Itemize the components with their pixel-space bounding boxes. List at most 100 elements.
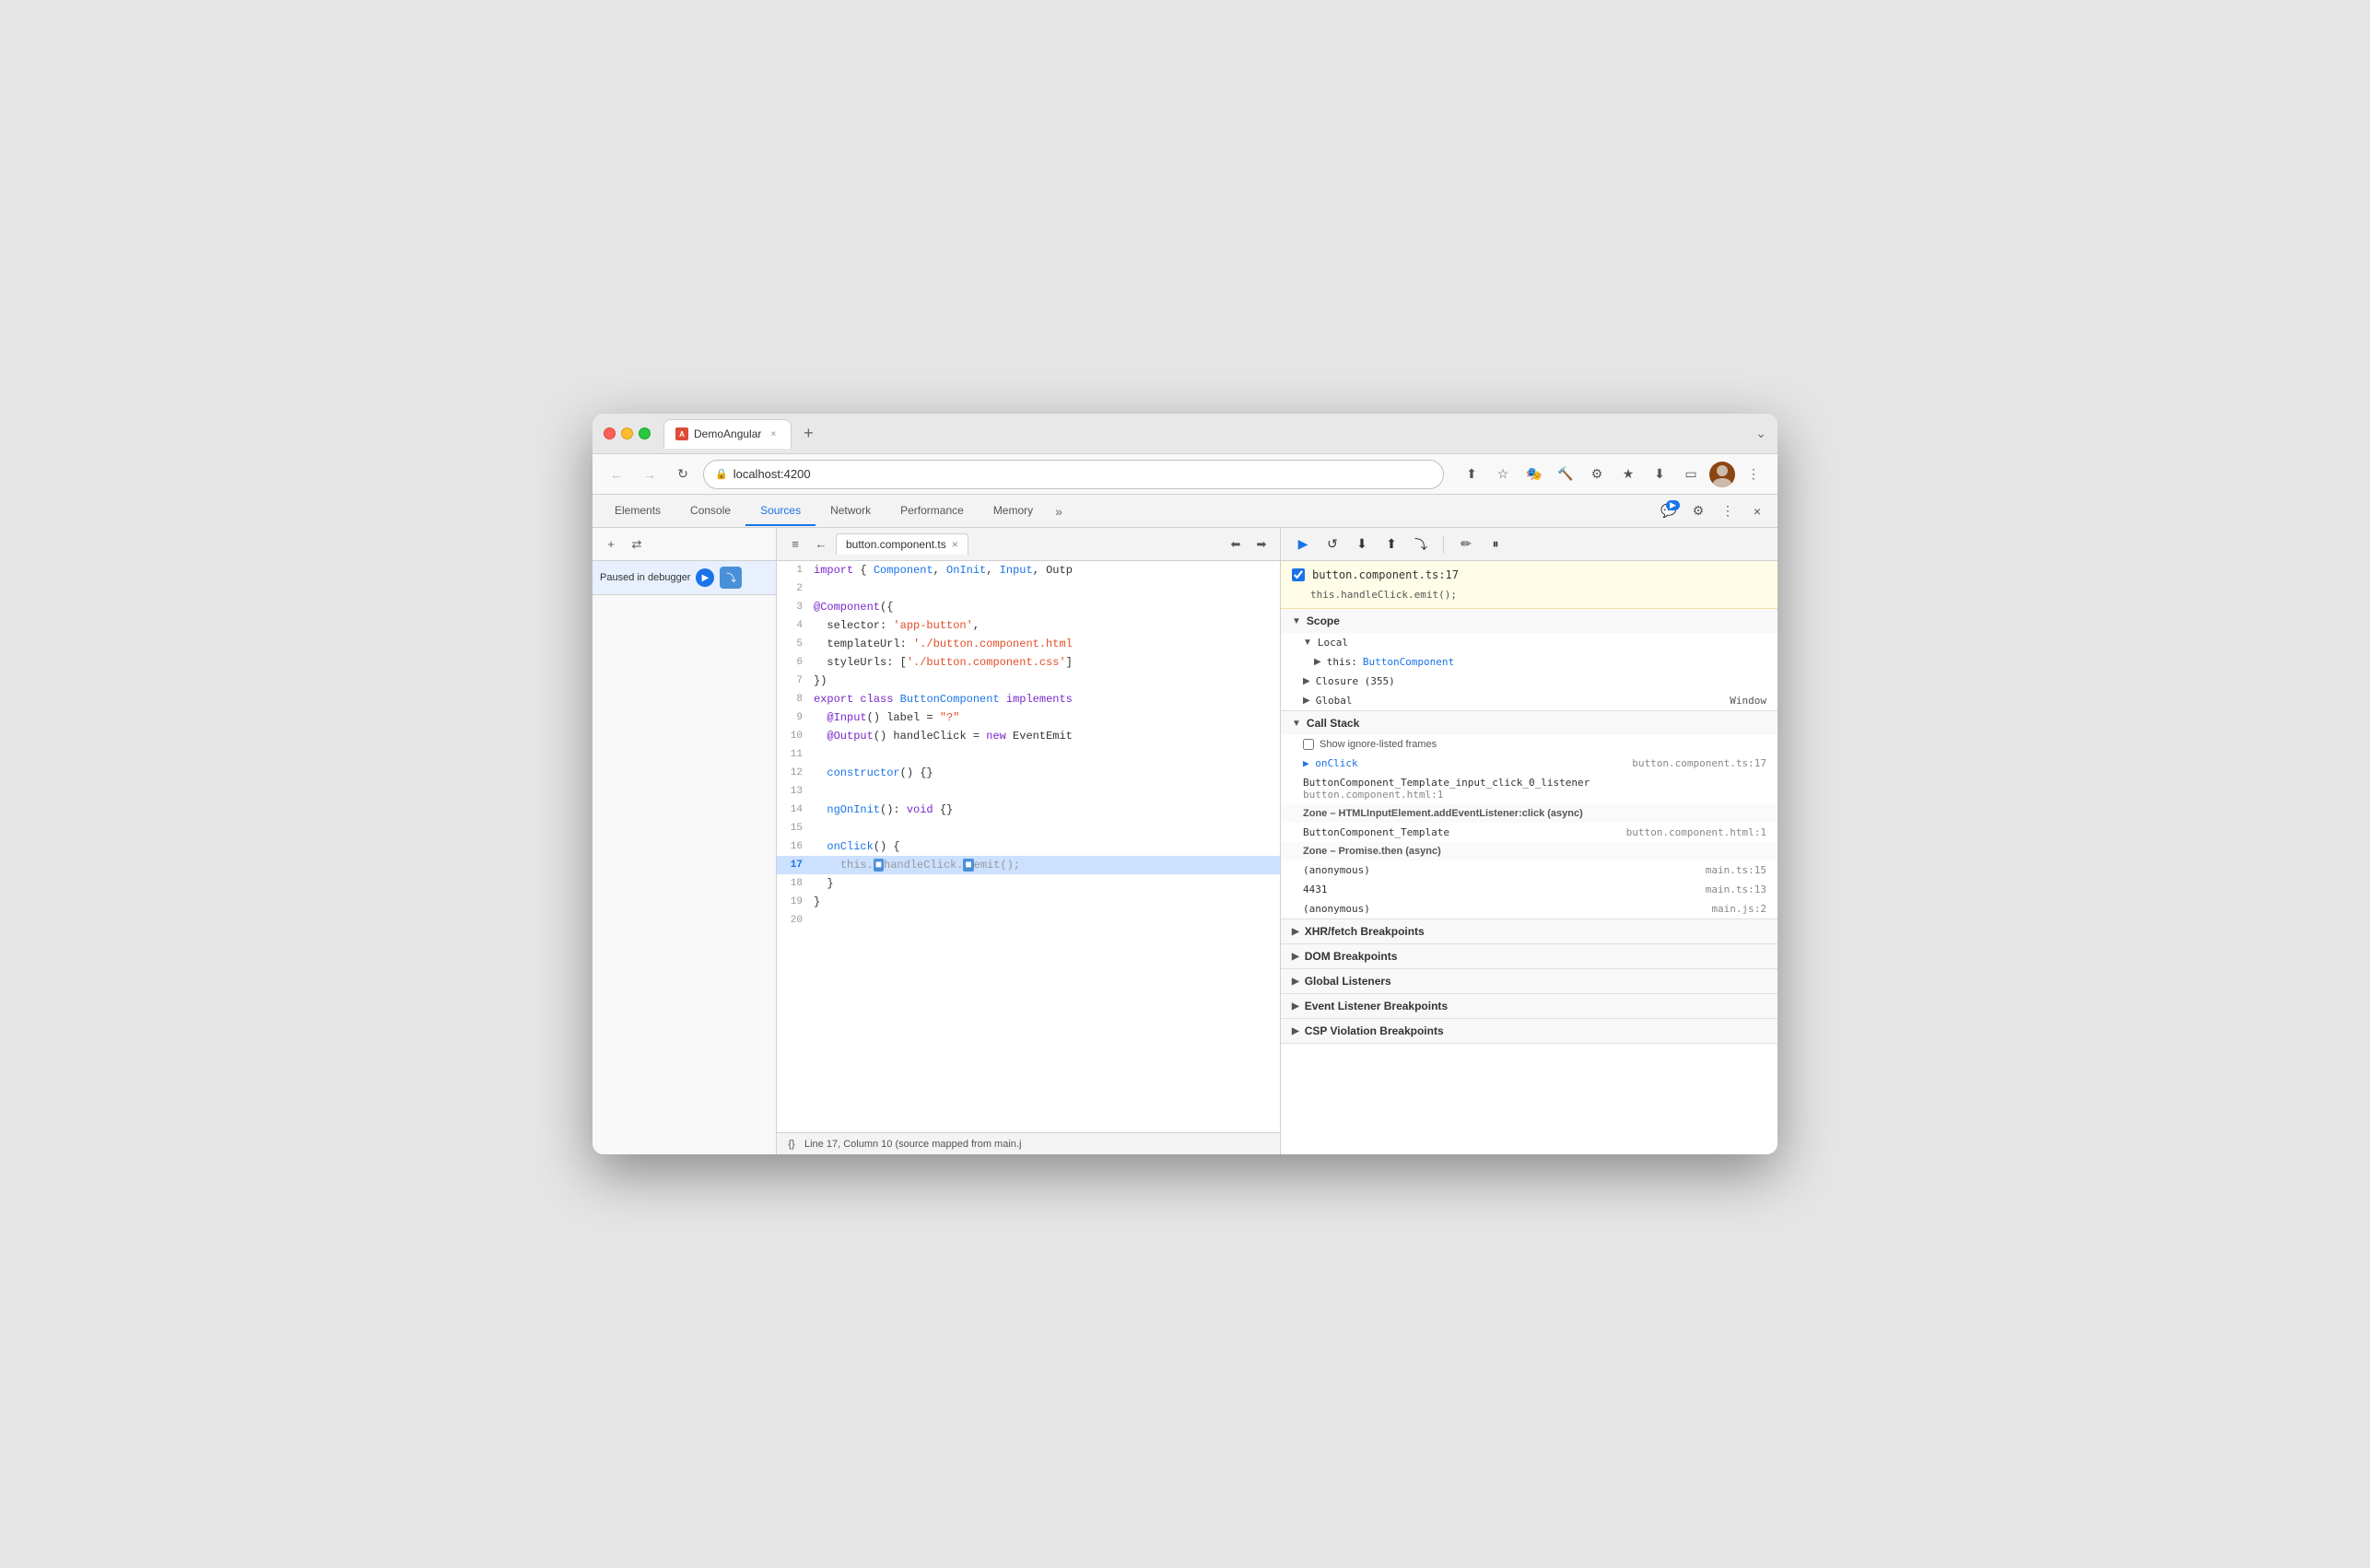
pause-on-exceptions-button[interactable]: ⏸ xyxy=(1484,533,1507,556)
code-line-5: 5 templateUrl: './button.component.html xyxy=(777,635,1280,653)
resume-button[interactable]: ▶ xyxy=(696,568,714,587)
tab-memory[interactable]: Memory xyxy=(979,497,1048,526)
code-line-19: 19 } xyxy=(777,893,1280,911)
format-code-button[interactable]: ⬅ xyxy=(1225,533,1247,556)
stack-zone-1: Zone – HTMLInputElement.addEventListener… xyxy=(1281,804,1778,823)
right-panel-scroll: button.component.ts:17 this.handleClick.… xyxy=(1281,561,1778,1154)
settings-button[interactable]: ⚙ xyxy=(1685,498,1711,524)
scope-header[interactable]: ▼ Scope xyxy=(1281,609,1778,633)
back-in-history-button[interactable]: ← xyxy=(810,533,832,556)
maximize-window-button[interactable] xyxy=(639,427,651,439)
forward-button[interactable]: → xyxy=(637,462,663,487)
code-line-13: 13 xyxy=(777,782,1280,801)
dom-breakpoints-header[interactable]: ▶ DOM Breakpoints xyxy=(1281,944,1778,968)
code-line-9: 9 @Input() label = "?" xyxy=(777,708,1280,727)
code-line-18: 18 } xyxy=(777,874,1280,893)
add-source-button[interactable]: + xyxy=(600,533,622,556)
format-button[interactable]: {} xyxy=(784,1137,799,1152)
local-scope-item[interactable]: ▼ Local xyxy=(1281,633,1778,652)
tab-elements[interactable]: Elements xyxy=(600,497,675,526)
forward-in-history-button[interactable]: ➡ xyxy=(1250,533,1273,556)
global-listeners-header[interactable]: ▶ Global Listeners xyxy=(1281,969,1778,993)
address-bar[interactable]: 🔒 localhost:4200 xyxy=(703,460,1444,489)
call-stack-header[interactable]: ▼ Call Stack xyxy=(1281,711,1778,735)
event-listener-breakpoints-header[interactable]: ▶ Event Listener Breakpoints xyxy=(1281,994,1778,1018)
nav-bar: ← → ↻ 🔒 localhost:4200 ⬆ ☆ 🎭 🔨 ⚙ ★ ⬇ ▭ ⋮ xyxy=(592,454,1778,495)
deactivate-breakpoints-button[interactable]: ✏ xyxy=(1455,533,1477,556)
tab-sources[interactable]: Sources xyxy=(745,497,815,526)
sidebar-toggle-button[interactable]: ▭ xyxy=(1678,462,1704,487)
event-listener-expand-icon: ▶ xyxy=(1292,1001,1299,1012)
refresh-button[interactable]: ↻ xyxy=(670,462,696,487)
profile-button[interactable]: ⚙ xyxy=(1584,462,1610,487)
minimize-window-button[interactable] xyxy=(621,427,633,439)
stack-frame-listener-name: ButtonComponent_Template_input_click_0_l… xyxy=(1303,777,1590,789)
share-button[interactable]: ⬆ xyxy=(1459,462,1484,487)
breakpoint-checkbox[interactable] xyxy=(1292,568,1305,581)
stack-frame-template-listener[interactable]: ButtonComponent_Template_input_click_0_l… xyxy=(1281,773,1778,804)
xhr-breakpoints-header[interactable]: ▶ XHR/fetch Breakpoints xyxy=(1281,919,1778,943)
show-ignored-label: Show ignore-listed frames xyxy=(1320,739,1437,750)
resume-execution-button[interactable]: ▶ xyxy=(1292,533,1314,556)
tab-network[interactable]: Network xyxy=(815,497,886,526)
this-scope-item[interactable]: ▶ this: ButtonComponent xyxy=(1281,652,1778,672)
tab-expand-button[interactable]: ⌄ xyxy=(1755,426,1766,441)
file-tree-button[interactable]: ≡ xyxy=(784,533,806,556)
tab-close-button[interactable]: × xyxy=(767,427,780,440)
nav-actions: ⬆ ☆ 🎭 🔨 ⚙ ★ ⬇ ▭ ⋮ xyxy=(1459,462,1766,487)
stack-frame-anon1[interactable]: (anonymous) main.ts:15 xyxy=(1281,860,1778,880)
step-out-button[interactable]: ⬆ xyxy=(1380,533,1402,556)
scope-label: Scope xyxy=(1307,614,1340,627)
stack-frame-name: ▶ onClick xyxy=(1303,757,1358,769)
extensions-button[interactable]: 🎭 xyxy=(1521,462,1547,487)
tab-console[interactable]: Console xyxy=(675,497,745,526)
this-expand-icon: ▶ xyxy=(1314,657,1321,667)
code-line-6: 6 styleUrls: ['./button.component.css'] xyxy=(777,653,1280,672)
file-tab[interactable]: button.component.ts × xyxy=(836,533,968,555)
avatar-button[interactable] xyxy=(1709,462,1735,487)
stack-frame-onclick[interactable]: ▶ onClick button.component.ts:17 xyxy=(1281,754,1778,773)
navigate-button[interactable]: ⇄ xyxy=(626,533,648,556)
more-tabs-button[interactable]: » xyxy=(1048,500,1070,522)
tab-title: DemoAngular xyxy=(694,427,761,440)
local-label: Local xyxy=(1318,637,1348,649)
status-text: Line 17, Column 10 (source mapped from m… xyxy=(804,1139,1021,1150)
code-line-16: 16 onClick() { xyxy=(777,837,1280,856)
new-tab-button[interactable]: + xyxy=(795,421,821,447)
global-scope-item[interactable]: ▶ Global Window xyxy=(1281,691,1778,710)
extension1-button[interactable]: ★ xyxy=(1615,462,1641,487)
menu-button[interactable]: ⋮ xyxy=(1741,462,1766,487)
step-into-button[interactable]: ⬇ xyxy=(1351,533,1373,556)
code-line-20: 20 xyxy=(777,911,1280,930)
devtools-ext-button[interactable]: 🔨 xyxy=(1553,462,1578,487)
file-tab-close[interactable]: × xyxy=(952,538,958,551)
bookmark-button[interactable]: ☆ xyxy=(1490,462,1516,487)
step-button[interactable]: ⤵ xyxy=(720,567,742,589)
code-line-2: 2 xyxy=(777,579,1280,598)
closure-scope-item[interactable]: ▶ Closure (355) xyxy=(1281,672,1778,691)
browser-tab[interactable]: A DemoAngular × xyxy=(663,419,792,449)
stack-frame-template[interactable]: ButtonComponent_Template button.componen… xyxy=(1281,823,1778,842)
stack-frame-anon2[interactable]: (anonymous) main.js:2 xyxy=(1281,899,1778,919)
stack-frame-4431-location: main.ts:13 xyxy=(1706,883,1766,895)
more-options-button[interactable]: ⋮ xyxy=(1715,498,1741,524)
back-button[interactable]: ← xyxy=(604,462,629,487)
sidebar: + ⇄ Paused in debugger ▶ ⤵ xyxy=(592,528,777,1154)
debugger-status: Paused in debugger ▶ ⤵ xyxy=(592,561,776,595)
step-button[interactable]: ⤵ xyxy=(1410,533,1432,556)
close-window-button[interactable] xyxy=(604,427,616,439)
extension2-button[interactable]: ⬇ xyxy=(1647,462,1672,487)
devtools-tabs: Elements Console Sources Network Perform… xyxy=(600,497,1070,526)
paused-label: Paused in debugger xyxy=(600,572,690,583)
stack-frame-4431[interactable]: 4431 main.ts:13 xyxy=(1281,880,1778,899)
chat-button[interactable]: 💬 ▶ xyxy=(1656,498,1682,524)
devtools-body: + ⇄ Paused in debugger ▶ ⤵ ≡ ← button.co… xyxy=(592,528,1778,1154)
close-devtools-button[interactable]: × xyxy=(1744,498,1770,524)
step-over-button[interactable]: ↺ xyxy=(1321,533,1343,556)
stack-frame-location: button.component.ts:17 xyxy=(1632,757,1766,769)
show-ignored-checkbox[interactable] xyxy=(1303,739,1314,750)
code-line-4: 4 selector: 'app-button', xyxy=(777,616,1280,635)
global-listeners-label: Global Listeners xyxy=(1305,975,1391,988)
csp-violation-header[interactable]: ▶ CSP Violation Breakpoints xyxy=(1281,1019,1778,1043)
tab-performance[interactable]: Performance xyxy=(886,497,979,526)
